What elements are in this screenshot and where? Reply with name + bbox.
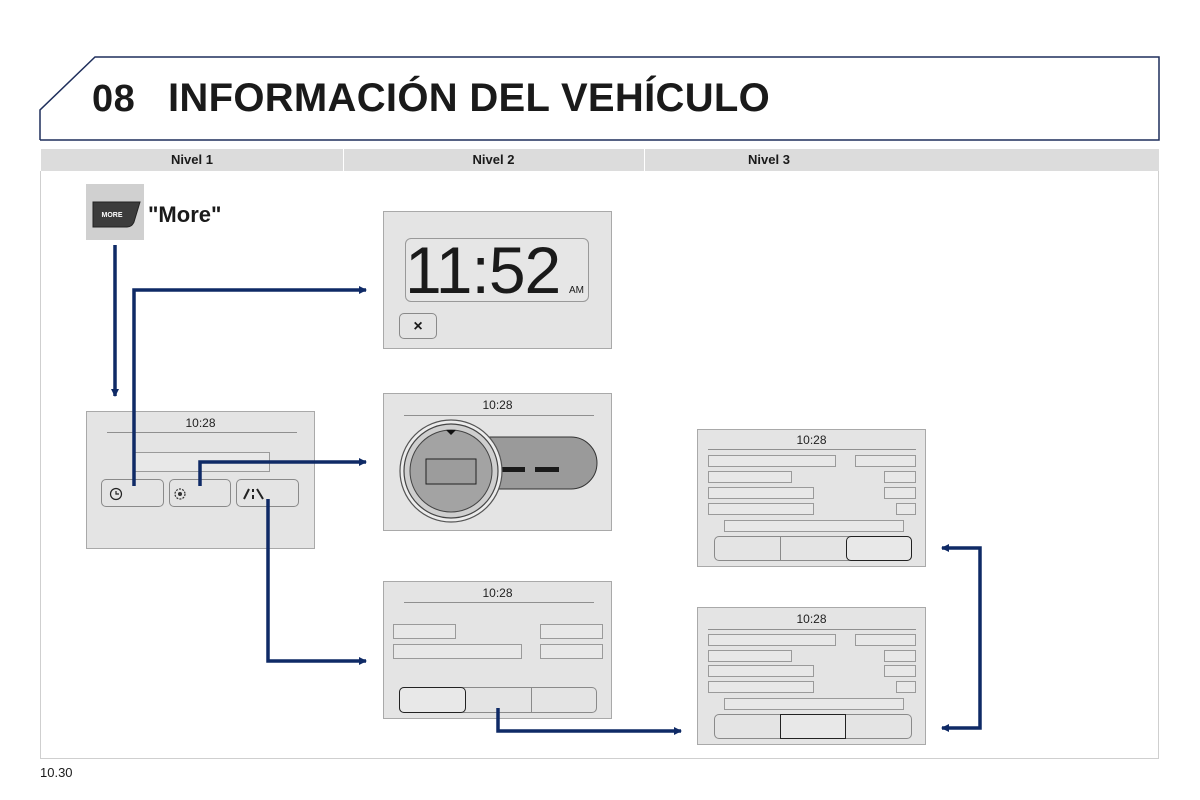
flow-arrows bbox=[111, 245, 982, 735]
page-number: 10.30 bbox=[40, 765, 73, 780]
arrow-level3-lower bbox=[941, 620, 982, 732]
arrow-settings-to-gauge bbox=[198, 458, 367, 486]
arrow-clock-to-level2 bbox=[132, 286, 367, 486]
arrow-list-to-level3 bbox=[496, 708, 682, 735]
arrow-road-to-list bbox=[266, 499, 367, 665]
arrow-level3-upper bbox=[941, 544, 982, 620]
